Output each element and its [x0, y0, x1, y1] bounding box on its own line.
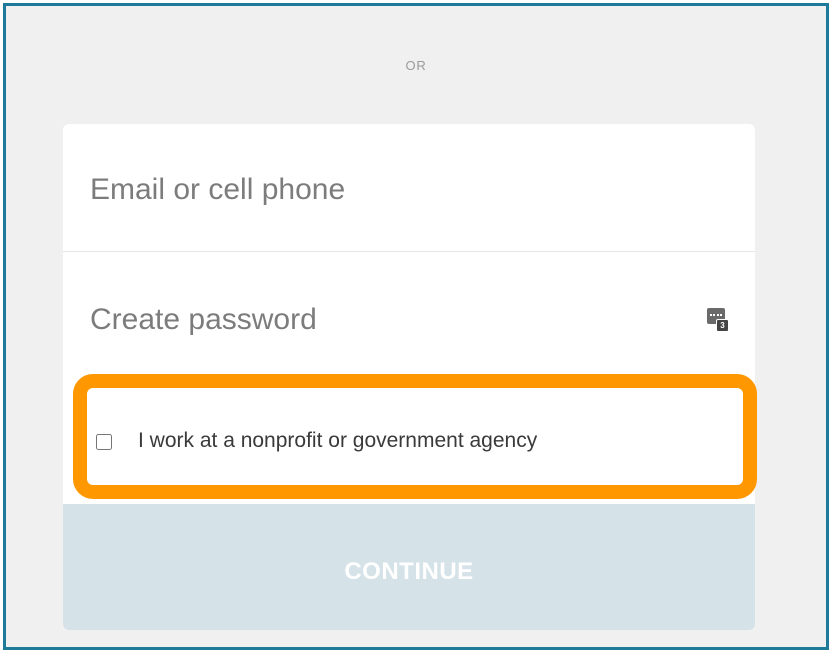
password-input[interactable]: [90, 300, 650, 340]
nonprofit-checkbox-label[interactable]: I work at a nonprofit or government agen…: [138, 429, 537, 453]
email-field-container: [63, 124, 755, 252]
continue-button[interactable]: CONTINUE: [63, 504, 755, 630]
nonprofit-checkbox[interactable]: [96, 434, 112, 450]
email-input[interactable]: [90, 170, 650, 210]
nonprofit-checkbox-row[interactable]: I work at a nonprofit or government agen…: [63, 384, 755, 504]
password-field-container: 3: [63, 252, 755, 384]
password-manager-badge: 3: [716, 319, 729, 332]
screenshot-frame: OR 3 I work at a nonprofit or government…: [3, 3, 829, 650]
password-manager-icon[interactable]: 3: [707, 308, 729, 332]
signup-form-card: 3 I work at a nonprofit or government ag…: [63, 124, 755, 630]
or-divider-label: OR: [405, 58, 427, 73]
